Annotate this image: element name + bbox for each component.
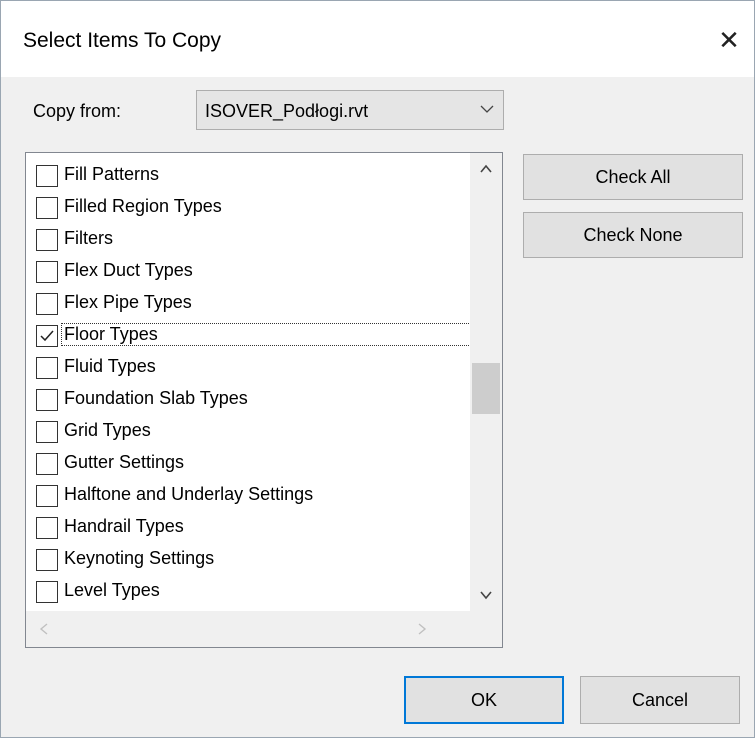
- list-item[interactable]: Level Types: [26, 573, 470, 605]
- scroll-down-button[interactable]: [470, 579, 502, 611]
- list-item[interactable]: Flex Pipe Types: [26, 285, 470, 317]
- items-list[interactable]: Fill Patterns Filled Region Types Filters F…: [25, 152, 503, 648]
- copy-from-label: Copy from:: [33, 101, 122, 121]
- list-item[interactable]: Grid Types: [26, 413, 470, 445]
- item-label: Grid Types: [64, 420, 151, 440]
- ok-button[interactable]: OK: [404, 676, 564, 724]
- list-item[interactable]: Fluid Types: [26, 349, 470, 381]
- item-label: Handrail Types: [64, 516, 184, 536]
- scroll-up-button[interactable]: [470, 153, 502, 185]
- chevron-down-icon: [480, 591, 492, 600]
- item-label: Gutter Settings: [64, 452, 185, 472]
- item-checkbox[interactable]: [36, 389, 58, 411]
- check-none-button[interactable]: Check None: [523, 212, 743, 258]
- vertical-scrollbar[interactable]: [470, 153, 502, 611]
- scroll-left-button[interactable]: [28, 613, 60, 645]
- copy-from-select[interactable]: ISOVER_Podłogi.rvt: [196, 90, 504, 130]
- chevron-up-icon: [480, 164, 492, 173]
- item-label: Fill Patterns: [64, 164, 160, 184]
- dialog-title: Select Items To Copy: [23, 29, 222, 52]
- items-list-content: Fill Patterns Filled Region Types Filters F…: [26, 157, 471, 637]
- chevron-left-icon: [39, 623, 48, 635]
- list-item[interactable]: Handrail Types: [26, 509, 470, 541]
- close-icon: ✕: [718, 24, 740, 55]
- item-checkbox[interactable]: [36, 517, 58, 539]
- item-label: Floor Types: [61, 323, 471, 346]
- item-label: Flex Duct Types: [64, 260, 193, 280]
- list-item[interactable]: Filters: [26, 221, 470, 253]
- copy-from-value: ISOVER_Podłogi.rvt: [205, 101, 369, 121]
- list-item[interactable]: Fill Patterns: [26, 157, 470, 189]
- item-label: Fluid Types: [64, 356, 156, 376]
- list-item[interactable]: Keynoting Settings: [26, 541, 470, 573]
- item-label: Level Types: [64, 580, 160, 600]
- list-item[interactable]: Gutter Settings: [26, 445, 470, 477]
- horizontal-scrollbar[interactable]: [26, 611, 470, 647]
- item-label: Keynoting Settings: [64, 548, 215, 568]
- item-checkbox[interactable]: [36, 197, 58, 219]
- item-label: Foundation Slab Types: [64, 388, 248, 408]
- chevron-down-icon: [480, 105, 494, 113]
- list-item[interactable]: Filled Region Types: [26, 189, 470, 221]
- item-checkbox[interactable]: [36, 293, 58, 315]
- title-bar: Select Items To Copy ✕: [1, 1, 754, 77]
- check-all-button[interactable]: Check All: [523, 154, 743, 200]
- list-item[interactable]: Floor Types: [26, 317, 471, 349]
- item-label: Filled Region Types: [64, 196, 222, 216]
- close-button[interactable]: ✕: [710, 21, 748, 59]
- chevron-right-icon: [418, 623, 427, 635]
- checkmark-icon: [40, 330, 54, 342]
- item-label: Flex Pipe Types: [64, 292, 192, 312]
- cancel-button[interactable]: Cancel: [580, 676, 740, 724]
- item-checkbox[interactable]: [36, 229, 58, 251]
- item-checkbox[interactable]: [36, 421, 58, 443]
- item-checkbox[interactable]: [36, 261, 58, 283]
- item-checkbox[interactable]: [36, 549, 58, 571]
- list-item[interactable]: Flex Duct Types: [26, 253, 470, 285]
- item-checkbox[interactable]: [36, 485, 58, 507]
- list-item[interactable]: Halftone and Underlay Settings: [26, 477, 470, 509]
- scroll-right-button[interactable]: [406, 613, 438, 645]
- item-label: Halftone and Underlay Settings: [64, 484, 314, 504]
- scroll-corner: [470, 611, 502, 647]
- item-checkbox[interactable]: [36, 325, 58, 347]
- select-items-dialog: Select Items To Copy ✕ Copy from: ISOVER…: [0, 0, 755, 738]
- item-checkbox[interactable]: [36, 357, 58, 379]
- list-item[interactable]: Foundation Slab Types: [26, 381, 470, 413]
- item-label: Filters: [64, 228, 113, 248]
- item-checkbox[interactable]: [36, 165, 58, 187]
- item-checkbox[interactable]: [36, 581, 58, 603]
- vertical-scroll-thumb[interactable]: [472, 363, 500, 415]
- item-checkbox[interactable]: [36, 453, 58, 475]
